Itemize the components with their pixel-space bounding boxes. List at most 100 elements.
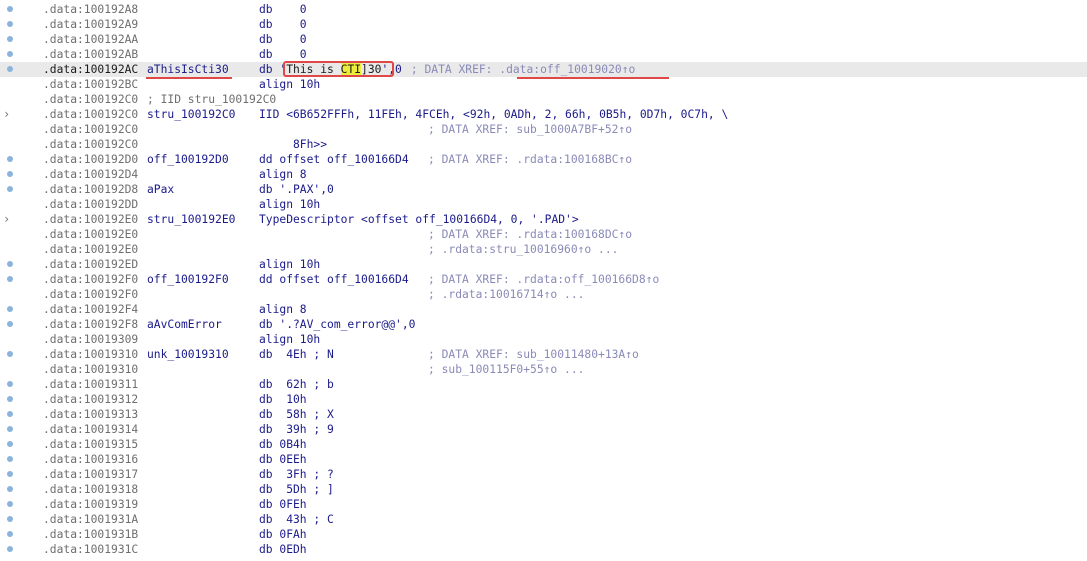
address[interactable]: .data:100192D8 [43,182,138,197]
instruction[interactable]: db 0 [259,47,307,62]
breakpoint-marker-icon[interactable] [7,171,13,177]
listing-row[interactable]: .data:100192ED align 10h [0,257,1087,272]
breakpoint-marker-icon[interactable] [7,21,13,27]
address[interactable]: .data:10019313 [43,407,138,422]
breakpoint-marker-icon[interactable] [7,396,13,402]
address[interactable]: .data:10019310 [43,362,138,377]
listing-row[interactable]: › .data:100192C0 stru_100192C0 IID <6B652FF… [0,107,1087,122]
listing-row[interactable]: .data:10019311 db 62h ; b [0,377,1087,392]
listing-row[interactable]: .data:100192C0 ; DATA XREF: sub_1000A7BF+… [0,122,1087,137]
instruction[interactable]: db 0FAh [259,527,307,542]
address[interactable]: .data:100192C0 [43,122,138,137]
listing-row[interactable]: .data:100192E0 ; DATA XREF: .rdata:100168… [0,227,1087,242]
breakpoint-marker-icon[interactable] [7,411,13,417]
address[interactable]: .data:10019317 [43,467,138,482]
symbol-label[interactable]: unk_10019310 [147,347,229,362]
instruction[interactable]: db 0 [259,32,307,47]
breakpoint-marker-icon[interactable] [7,306,13,312]
instruction[interactable]: db 10h [259,392,307,407]
listing-row[interactable]: .data:10019316 db 0EEh [0,452,1087,467]
listing-row[interactable]: .data:10019314 db 39h ; 9 [0,422,1087,437]
breakpoint-marker-icon[interactable] [7,531,13,537]
address[interactable]: .data:1001931B [43,527,138,542]
instruction[interactable]: IID <6B652FFFh, 11FEh, 4FCEh, <92h, 0ADh… [259,107,728,122]
breakpoint-marker-icon[interactable] [7,546,13,552]
breakpoint-marker-icon[interactable] [7,471,13,477]
instruction[interactable]: dd offset off_100166D4 [259,272,409,287]
instruction[interactable]: db 0EDh [259,542,307,557]
instruction[interactable]: db 43h ; C [259,512,334,527]
listing-row[interactable]: .data:100192D0 off_100192D0 dd offset off_… [0,152,1087,167]
address[interactable]: .data:100192BC [43,77,138,92]
address[interactable]: .data:10019316 [43,452,138,467]
breakpoint-marker-icon[interactable] [7,261,13,267]
address[interactable]: .data:100192DD [43,197,138,212]
address[interactable]: .data:100192F0 [43,272,138,287]
instruction[interactable]: 8Fh>> [259,137,327,152]
address[interactable]: .data:1001931A [43,512,138,527]
xref-comment[interactable]: ; .rdata:stru_10016960↑o ... [428,242,618,257]
listing-row[interactable]: .data:100192A9 db 0 [0,17,1087,32]
address[interactable]: .data:100192E0 [43,242,138,257]
breakpoint-marker-icon[interactable] [7,276,13,282]
breakpoint-marker-icon[interactable] [7,66,13,72]
xref-comment[interactable]: ; .rdata:10016714↑o ... [428,287,584,302]
address[interactable]: .data:100192A9 [43,17,138,32]
instruction[interactable]: align 10h [259,332,320,347]
address[interactable]: .data:100192ED [43,257,138,272]
symbol-label[interactable]: off_100192D0 [147,152,229,167]
xref-comment[interactable]: ; DATA XREF: .rdata:off_100166D8↑o [428,272,659,287]
listing-row[interactable]: .data:100192F0 off_100192F0 dd offset off_… [0,272,1087,287]
instruction[interactable]: db 5Dh ; ] [259,482,334,497]
xref-comment[interactable]: ; DATA XREF: .data:off_10019020↑o [411,63,635,76]
instruction[interactable]: db '.?AV_com_error@@',0 [259,317,415,332]
address[interactable]: .data:100192E0 [43,227,138,242]
address[interactable]: .data:10019314 [43,422,138,437]
breakpoint-marker-icon[interactable] [7,501,13,507]
symbol-label[interactable]: aPax [147,182,174,197]
expand-chevron-icon[interactable]: › [3,212,10,227]
address[interactable]: .data:100192D4 [43,167,138,182]
listing-row[interactable]: .data:100192A8 db 0 [0,2,1087,17]
address[interactable]: .data:10019319 [43,497,138,512]
instruction[interactable]: db 0FEh [259,497,307,512]
breakpoint-marker-icon[interactable] [7,156,13,162]
address[interactable]: .data:1001931C [43,542,138,557]
listing-row[interactable]: .data:100192AB db 0 [0,47,1087,62]
instruction[interactable]: db 3Fh ; ? [259,467,334,482]
address[interactable]: .data:100192D0 [43,152,138,167]
listing-row[interactable]: .data:1001931A db 43h ; C [0,512,1087,527]
instruction[interactable]: db 62h ; b [259,377,334,392]
address[interactable]: .data:100192AC [43,62,138,77]
instruction[interactable]: align 10h [259,257,320,272]
instruction[interactable]: TypeDescriptor <offset off_100166D4, 0, … [259,212,579,227]
instruction[interactable]: db 0 [259,2,307,17]
listing-row[interactable]: .data:100192F0 ; .rdata:10016714↑o ... [0,287,1087,302]
instruction[interactable]: db 0EEh [259,452,307,467]
instruction[interactable]: db 4Eh ; N [259,347,334,362]
listing-row[interactable]: .data:100192D8 aPax db '.PAX',0 [0,182,1087,197]
breakpoint-marker-icon[interactable] [7,51,13,57]
symbol-label[interactable]: ; IID stru_100192C0 [147,92,276,107]
address[interactable]: .data:10019309 [43,332,138,347]
xref-comment[interactable]: ; sub_100115F0+55↑o ... [428,362,584,377]
breakpoint-marker-icon[interactable] [7,351,13,357]
listing-row[interactable]: .data:10019313 db 58h ; X [0,407,1087,422]
listing-row[interactable]: .data:10019310 ; sub_100115F0+55↑o ... [0,362,1087,377]
listing-row[interactable]: .data:10019315 db 0B4h [0,437,1087,452]
breakpoint-marker-icon[interactable] [7,426,13,432]
symbol-label[interactable]: aThisIsCti30 [147,62,229,77]
listing-row[interactable]: .data:10019318 db 5Dh ; ] [0,482,1087,497]
instruction[interactable]: db 0B4h [259,437,307,452]
expand-chevron-icon[interactable]: › [3,107,10,122]
instruction[interactable]: align 10h [259,77,320,92]
breakpoint-marker-icon[interactable] [7,6,13,12]
listing-row[interactable]: › .data:100192E0 stru_100192E0 TypeDescript… [0,212,1087,227]
listing-row[interactable]: .data:10019319 db 0FEh [0,497,1087,512]
instruction[interactable]: db 0 [259,17,307,32]
symbol-label[interactable]: stru_100192E0 [147,212,235,227]
address[interactable]: .data:10019315 [43,437,138,452]
instruction[interactable]: align 8 [259,167,307,182]
address[interactable]: .data:100192C0 [43,92,138,107]
breakpoint-marker-icon[interactable] [7,36,13,42]
